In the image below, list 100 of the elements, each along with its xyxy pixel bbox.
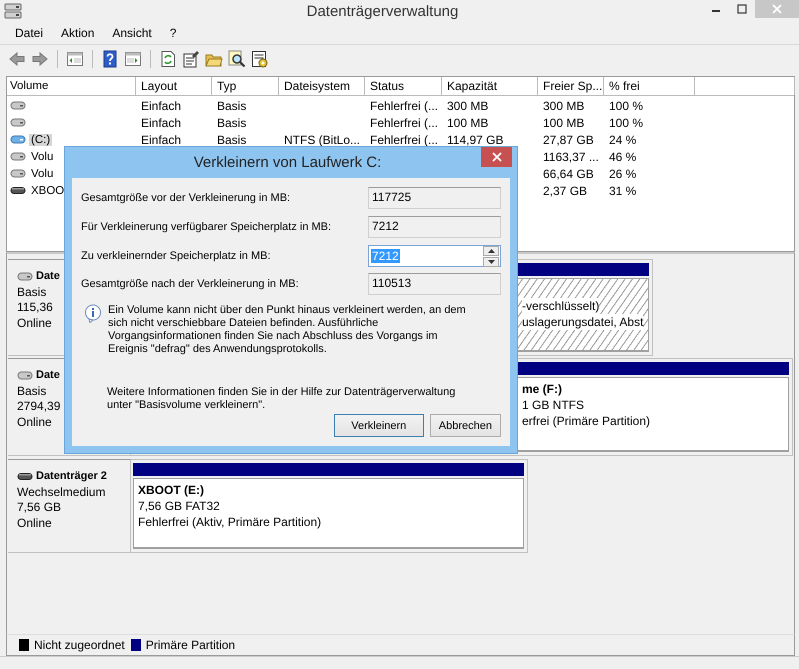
drive-icon [10,99,26,112]
partition-info: 1 GB NTFS [522,397,586,413]
legend-label: Primäre Partition [146,638,236,652]
forward-arrow-icon[interactable] [31,50,49,68]
menu-item[interactable]: Datei [6,26,52,40]
table-cell[interactable]: Volu [29,168,56,180]
table-cell[interactable]: Volu [29,150,56,162]
column-header[interactable]: Dateisystem [279,77,365,95]
panel-icon[interactable] [66,50,84,68]
disk-info: 2794,39 [17,399,60,414]
disk-name: Datenträger 2 [36,469,107,484]
drive-icon [10,184,26,197]
table-cell: 66,64 GB [543,166,594,180]
disk-info: Online [17,316,52,331]
table-cell: 26 % [609,166,636,180]
properties-icon[interactable] [182,50,200,68]
disk-info: Basis [17,384,46,399]
table-cell: 114,97 GB [447,132,504,146]
help-icon[interactable] [101,50,119,68]
readonly-field: 110513 [368,273,501,295]
dialog-title: Verkleinern von Laufwerk C: [192,154,382,171]
table-cell: 27,87 GB [543,132,594,146]
drive-icon [17,369,33,382]
menu-item[interactable]: ? [160,26,186,40]
back-arrow-icon[interactable] [8,50,26,68]
help-text: Weitere Informationen finden Sie in der Hilfe zur Datenträgerverwaltung unter "Basisvolume verkleinern". [107,386,456,412]
field-label: Für Verkleinerung verfügbarer Speicherplatz in MB: [81,221,332,233]
partition-info: uslagerungsdatei, Abst [522,314,644,330]
table-cell: 24 % [609,132,636,146]
table-cell: Fehlerfrei (... [370,132,438,146]
table-cell: Basis [217,98,246,112]
table-cell: 46 % [609,150,636,164]
dialog-button[interactable]: Verkleinern [334,414,424,437]
table-cell: Basis [217,116,246,130]
disk-info: Wechselmedium [17,484,106,500]
panel-icon[interactable] [124,50,142,68]
spin-up-button[interactable] [483,246,499,256]
drive-icon [10,116,26,129]
table-cell: 31 % [609,184,636,198]
legend-label: Nicht zugeordnet [34,638,125,652]
table-cell: 100 MB [447,116,488,130]
table-cell: 100 MB [543,116,584,130]
table-cell: 1163,37 ... [543,150,599,164]
table-cell: Einfach [141,98,182,112]
table-cell[interactable]: (C:) [29,134,52,146]
column-header[interactable]: Volume [7,77,136,95]
field-label: Gesamtgröße vor der Verkleinerung in MB: [81,192,290,204]
refresh-icon[interactable] [159,50,177,68]
disk-name: Date [36,368,60,383]
partition-title: me (F:) [522,381,563,397]
table-cell: 100 % [609,116,644,130]
close-icon [772,4,782,14]
disk-info: Basis [17,284,46,300]
partition-info: 7,56 GB FAT32 [138,498,221,514]
partition-info: -verschlüsselt) [522,298,600,314]
menu-item[interactable]: Ansicht [103,26,161,40]
readonly-field: 117725 [368,187,501,209]
table-cell: 100 % [609,98,644,112]
disk-info: Online [17,414,52,430]
table-cell: Einfach [141,132,182,146]
table-cell[interactable]: XBOO [29,184,66,196]
table-cell: Fehlerfrei (... [370,98,438,112]
dialog-button[interactable]: Abbrechen [430,414,501,437]
disk-info: 7,56 GB [17,500,62,516]
column-header[interactable]: % frei [604,77,695,95]
magnifier-icon[interactable] [228,50,246,68]
column-header[interactable]: Layout [136,77,212,95]
down-arrow-icon [488,260,494,264]
drives-icon [4,3,22,19]
spin-down-button[interactable] [483,256,499,266]
table-cell: Fehlerfrei (... [370,116,438,130]
column-header[interactable]: Typ [212,77,279,95]
table-cell: 300 MB [447,98,488,112]
table-cell: 2,37 GB [543,184,588,198]
disk-name: Date [36,269,60,284]
partition-box[interactable]: XBOOT (E:) 7,56 GB FAT32 Fehlerfrei (Aktiv, Primäre Partition) [133,478,524,549]
disk-info: Online [17,516,52,531]
close-button[interactable] [481,147,512,167]
table-cell: NTFS (BitLo... [284,132,360,146]
window-title: Datenträgerverwaltung [306,2,460,20]
drive-icon [10,133,26,146]
maximize-icon [737,4,747,14]
disk-info: 115,36 [17,300,53,316]
column-header[interactable]: Freier Sp... [538,77,604,95]
column-header[interactable]: Kapazität [442,77,538,95]
close-icon [492,152,502,162]
field-label: Gesamtgröße nach der Verkleinerung in MB: [81,278,299,290]
menu-item[interactable]: Aktion [52,26,104,40]
settings-icon[interactable] [251,50,269,68]
column-header[interactable]: Status [365,77,442,95]
drive-icon [10,167,26,180]
partition-info: Fehlerfrei (Aktiv, Primäre Partition) [138,514,322,530]
drive-icon [10,150,26,163]
table-cell: 300 MB [543,98,584,112]
table-cell: Einfach [141,116,182,130]
partition-info: erfrei (Primäre Partition) [522,413,652,429]
table-cell: Basis [217,132,246,146]
drive-icon [17,270,33,284]
up-arrow-icon [488,248,494,252]
info-icon [84,304,102,323]
